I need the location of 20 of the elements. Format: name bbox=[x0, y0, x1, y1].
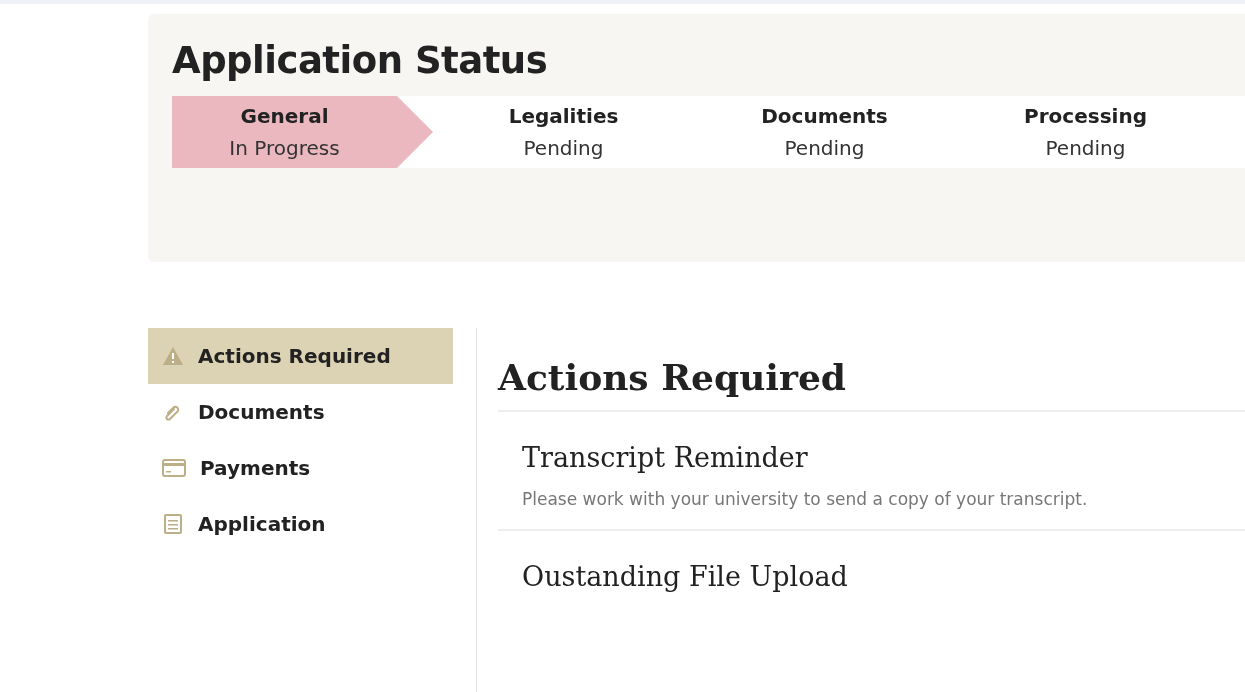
status-title: Application Status bbox=[172, 38, 549, 84]
step-status: Pending bbox=[523, 135, 604, 162]
step-status: In Progress bbox=[229, 135, 340, 162]
action-description: Please work with your university to send a copy of your transcript. bbox=[522, 489, 1089, 509]
sidebar-item[interactable]: Actions Required bbox=[148, 328, 453, 384]
sidebar-item[interactable]: Application bbox=[148, 496, 453, 552]
action-title: Oustanding File Upload bbox=[522, 561, 849, 592]
section-heading: Actions Required bbox=[498, 328, 1245, 412]
action-title: Transcript Reminder bbox=[522, 442, 809, 473]
step-status: Pending bbox=[1045, 135, 1126, 162]
step-name: Processing bbox=[1024, 103, 1147, 130]
step-status: Pending bbox=[784, 135, 865, 162]
warning-icon bbox=[162, 346, 184, 366]
sidebar-item[interactable]: Payments bbox=[148, 440, 453, 496]
sidebar-item[interactable]: Documents bbox=[148, 384, 453, 440]
step-name: Legalities bbox=[508, 103, 619, 130]
credit-card-icon bbox=[162, 459, 186, 477]
form-icon bbox=[162, 513, 184, 535]
step-name: Documents bbox=[761, 103, 888, 130]
step-name: General bbox=[240, 103, 329, 130]
